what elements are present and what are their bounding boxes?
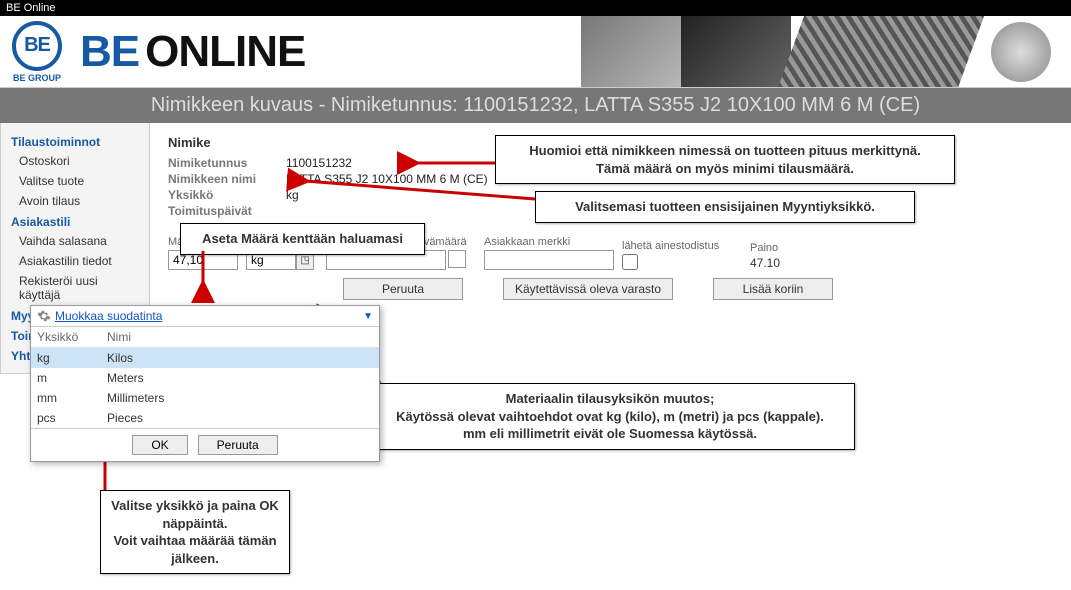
header-decoration [591,16,1071,88]
dropdown-ok-button[interactable]: OK [132,435,187,455]
unit-dropdown: Muokkaa suodatinta ▼ Yksikkö Nimi kgKilo… [30,305,380,462]
dropdown-row[interactable]: mMeters [31,368,379,388]
side-heading-orders: Tilaustoiminnot [1,131,149,151]
callout-name-length: Huomioi että nimikkeen nimessä on tuotte… [495,135,955,184]
dropdown-cell-unit: pcs [37,411,107,425]
deco-tube-icon [681,16,791,88]
dropdown-cell-name: Meters [107,371,144,385]
label-send-certificate: lähetä ainestodistus [622,240,742,252]
dropdown-table: kgKilos mMeters mmMillimeters pcsPieces [31,348,379,428]
brand-title: BE ONLINE [80,27,305,77]
value-item-code: 1100151232 [286,156,352,170]
edit-filter-link[interactable]: Muokkaa suodatinta [55,309,363,323]
label-item-name: Nimikkeen nimi [168,172,278,186]
sidebar-item-select-product[interactable]: Valitse tuote [1,171,149,191]
dropdown-cell-name: Pieces [107,411,143,425]
brand-title-2: ONLINE [145,27,305,77]
dropdown-col-unit: Yksikkö [37,330,107,344]
logo-subtext: BE GROUP [12,73,62,83]
label-weight: Paino [750,242,830,254]
brand-title-1: BE [80,27,139,77]
callout-select-unit: Valitse yksikkö ja paina OK näppäintä.Vo… [100,490,290,574]
list-icon: ◳ [300,255,309,266]
window-title: BE Online [0,0,1071,16]
cancel-button[interactable]: Peruuta [343,278,463,300]
callout-primary-unit: Valitsemasi tuotteen ensisijainen Myynti… [535,191,915,223]
deco-plate-icon [581,16,691,88]
dropdown-row[interactable]: pcsPieces [31,408,379,428]
add-to-cart-button[interactable]: Lisää koriin [713,278,833,300]
available-stock-button[interactable]: Käytettävissä oleva varasto [503,278,673,300]
dropdown-cell-unit: mm [37,391,107,405]
logo-group: BE BE GROUP [12,21,62,83]
dropdown-cell-name: Millimeters [107,391,164,405]
label-customer-mark: Asiakkaan merkki [484,236,614,248]
label-item-unit: Yksikkö [168,188,278,202]
gear-icon [37,309,51,323]
deco-rebar-icon [778,16,984,88]
page-subheader: Nimikkeen kuvaus - Nimiketunnus: 1100151… [0,88,1071,123]
sidebar-item-account-info[interactable]: Asiakastilin tiedot [1,251,149,271]
callout-unit-change: Materiaalin tilausyksikön muutos;Käytöss… [365,383,855,450]
chevron-down-icon[interactable]: ▼ [363,311,373,322]
deco-flange-icon [971,16,1071,88]
customer-mark-input[interactable] [484,250,614,270]
sidebar-item-register-user[interactable]: Rekisteröi uusi käyttäjä [1,271,149,305]
label-item-code: Nimiketunnus [168,156,278,170]
sidebar-item-cart[interactable]: Ostoskori [1,151,149,171]
callout-set-quantity: Aseta Määrä kenttään haluamasi [180,223,425,255]
dropdown-col-name: Nimi [107,330,131,344]
dropdown-cancel-button[interactable]: Peruuta [198,435,278,455]
dropdown-cell-name: Kilos [107,351,133,365]
sidebar-item-open-order[interactable]: Avoin tilaus [1,191,149,211]
value-item-name: LATTA S355 J2 10X100 MM 6 M (CE) [286,172,488,186]
app-header: BE BE GROUP BE ONLINE [0,16,1071,88]
label-item-days: Toimituspäivät [168,204,278,218]
dropdown-cell-unit: m [37,371,107,385]
dropdown-row[interactable]: mmMillimeters [31,388,379,408]
dropdown-cell-unit: kg [37,351,107,365]
side-heading-account: Asiakastili [1,211,149,231]
value-weight: 47.10 [750,256,830,270]
sidebar-item-change-password[interactable]: Vaihda salasana [1,231,149,251]
value-item-unit: kg [286,188,299,202]
calendar-icon[interactable] [448,250,466,268]
logo-icon: BE [12,21,62,71]
send-certificate-checkbox[interactable] [622,254,638,270]
dropdown-row[interactable]: kgKilos [31,348,379,368]
